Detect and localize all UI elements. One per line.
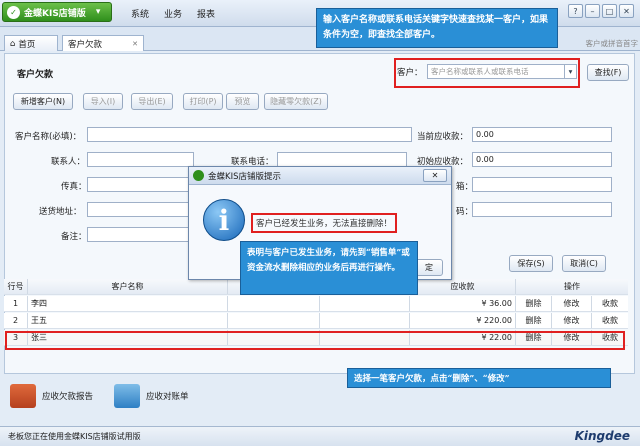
fax-field[interactable] [87,177,194,192]
callout-select: 选择一笔客户欠款，点击“删除”、“修改” [347,368,611,388]
tab-home[interactable]: ⌂ 首页 [4,35,58,51]
app-menu-button[interactable]: ✓ 金蝶KIS店铺版 ▾ [2,2,112,22]
status-text: 老板您正在使用金蝶KIS店铺版试用版 [8,432,141,441]
menu-business[interactable]: 业务 [164,7,182,20]
row-customer-name: 李四 [28,296,228,311]
row-receivable: ¥ 36.00 [410,296,516,311]
status-bar: 老板您正在使用金蝶KIS店铺版试用版 Kingdee [0,426,640,446]
row-no: 1 [4,296,28,311]
export-button[interactable]: 导出(E) [131,93,173,110]
hide-zero-button[interactable]: 隐藏零欠款(Z) [264,93,328,110]
edit-link[interactable]: 修改 [552,313,592,328]
tab-home-label: 首页 [18,39,36,50]
address-field[interactable] [87,202,194,217]
email-label: 箱： [456,182,474,192]
ok-button[interactable]: 定 [415,259,443,276]
contact-field[interactable] [87,152,194,167]
row-receivable: ¥ 220.00 [410,313,516,328]
current-receivable-field: 0.00 [472,127,612,142]
kingdee-logo-icon: ✓ [7,5,20,19]
email-field[interactable] [472,177,612,192]
kingdee-logo-icon [193,170,204,181]
report-icon [10,384,36,408]
quick-search-hint[interactable]: 客户或拼音首字 [586,38,639,49]
minimize-icon[interactable]: – [585,4,600,18]
row-highlight [5,331,625,350]
receivable-report-label: 应收欠款报告 [42,392,94,402]
table-row[interactable]: 2 王五 ¥ 220.00 删除 修改 收款 [4,313,628,329]
dialog-message: 客户已经发生业务，无法直接删除！ [251,213,398,233]
home-icon: ⌂ [10,38,16,49]
delete-link[interactable]: 删除 [516,296,552,311]
row-blank-1 [228,296,320,311]
statement-icon [114,384,140,408]
kingdee-logo: Kingdee [574,429,630,443]
maximize-icon[interactable]: □ [602,4,617,18]
row-customer-name: 王五 [28,313,228,328]
postcode-field[interactable] [472,202,612,217]
app-name: 金蝶KIS店铺版 [24,8,86,19]
tab-customer-debt[interactable]: 客户欠款 ✕ [62,35,144,51]
import-button[interactable]: 导入(I) [83,93,123,110]
address-label: 送货地址： [39,207,82,217]
header-row-no: 行号 [4,279,28,294]
edit-link[interactable]: 修改 [552,296,592,311]
page-title: 客户欠款 [17,70,54,80]
remark-label: 备注： [61,232,87,242]
menu-system[interactable]: 系统 [131,7,149,20]
callout-search: 输入客户名称或联系电话关键字快速查找某一客户，如果条件为空，即查找全部客户。 [316,8,558,48]
help-icon[interactable]: ? [568,4,583,18]
collect-link[interactable]: 收款 [592,296,628,311]
cancel-button[interactable]: 取消(C) [562,255,606,272]
remark-field[interactable] [87,227,194,242]
row-blank-1 [228,313,320,328]
phone-field[interactable] [277,152,407,167]
close-icon[interactable]: ✕ [619,4,634,18]
callout-business: 表明与客户已发生业务，请先到“销售单”或资金流水删除相应的业务后再进行操作。 [240,241,418,295]
close-icon[interactable]: ✕ [423,169,447,182]
print-button[interactable]: 打印(P) [183,93,223,110]
postcode-label: 码： [456,207,474,217]
header-ops: 操作 [564,282,580,291]
search-highlight [394,58,580,88]
tab-customer-debt-label: 客户欠款 [68,39,103,50]
statement-label: 应收对账单 [146,392,189,402]
row-blank-2 [320,313,410,328]
receivable-report-shortcut[interactable]: 应收欠款报告 [10,384,93,408]
new-customer-button[interactable]: 新增客户(N) [13,93,73,110]
close-tab-icon[interactable]: ✕ [132,40,138,48]
save-button[interactable]: 保存(S) [509,255,553,272]
initial-receivable-field: 0.00 [472,152,612,167]
collect-link[interactable]: 收款 [592,313,628,328]
current-receivable-label: 当前应收款： [417,132,469,142]
fax-label: 传真： [61,182,87,192]
table-row[interactable]: 1 李四 ¥ 36.00 删除 修改 收款 [4,296,628,312]
delete-link[interactable]: 删除 [516,313,552,328]
menu-reports[interactable]: 报表 [197,7,215,20]
search-button[interactable]: 查找(F) [587,64,629,81]
contact-label: 联系人： [51,157,86,167]
statement-shortcut[interactable]: 应收对账单 [114,384,189,408]
preview-button[interactable]: 预览 [226,93,259,110]
row-blank-2 [320,296,410,311]
chevron-down-icon: ▾ [95,7,101,17]
customer-name-label: 客户名称(必填)： [15,132,82,142]
info-icon: i [203,199,245,241]
dialog-titlebar: 金蝶KIS店铺版提示 ✕ [189,167,451,185]
dialog-title: 金蝶KIS店铺版提示 [208,171,281,182]
header-receivable: 应收款 [410,279,516,294]
row-no: 2 [4,313,28,328]
header-customer-name: 客户名称 [28,279,228,294]
customer-name-field[interactable] [87,127,412,142]
